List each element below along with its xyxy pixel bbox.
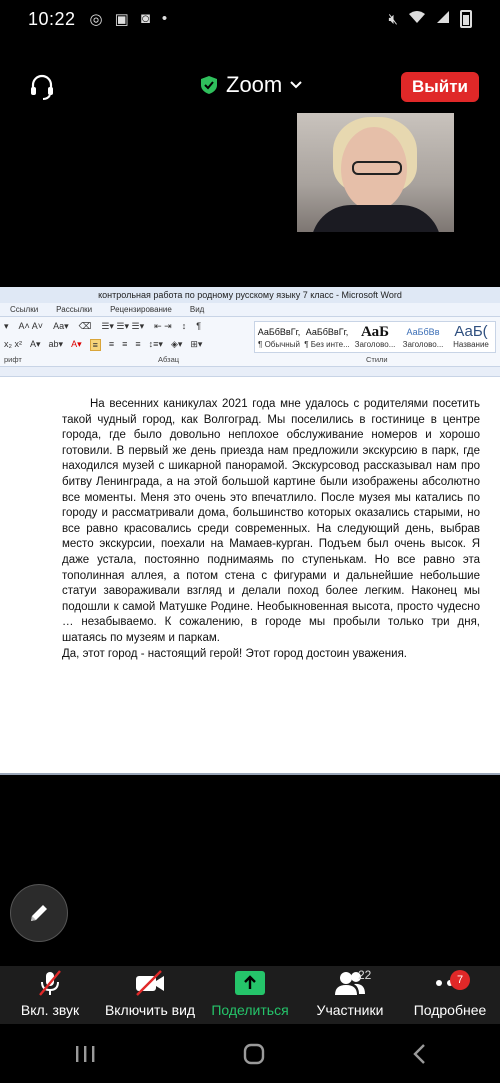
text-effects-icon: A▾ (30, 339, 41, 349)
pilcrow-icon: ¶ (196, 321, 202, 331)
wifi-icon (408, 10, 426, 28)
ribbon-paragraph-row: x₂ x² A▾ ab▾ A▾ ≡ ≡ ≡ ≡ ↕≡▾ ◈▾ ⊞▾ (4, 339, 202, 351)
word-window-title: контрольная работа по родному русскому я… (0, 287, 500, 303)
home-icon[interactable] (243, 1043, 265, 1065)
tab-view: Вид (189, 305, 205, 314)
battery-icon (460, 10, 472, 28)
recents-icon[interactable] (74, 1045, 96, 1063)
document-bottom-edge (0, 773, 500, 775)
tab-mailings: Рассылки (56, 305, 93, 314)
start-video-label: Включить вид (104, 1002, 196, 1018)
ribbon-tabs: Ссылки Рассылки Рецензирование Вид (0, 303, 500, 317)
group-styles-label: Стили (366, 355, 388, 364)
clear-format-icon: ⌫ (78, 321, 92, 331)
leave-button[interactable]: Выйти (401, 72, 479, 102)
image-icon: ▣ (114, 11, 129, 28)
notification-icons: ◎ ▣ ◙ • (90, 10, 168, 28)
more-dots-icon: • (161, 10, 168, 27)
ribbon-group-labels: рифт Абзац Стили (0, 354, 500, 366)
video-off-icon (133, 970, 167, 996)
video-body (311, 205, 441, 232)
participant-video[interactable] (297, 113, 454, 232)
status-bar: 10:22 ◎ ▣ ◙ • 🔇︎ (0, 0, 500, 38)
more-button[interactable]: 7 Подробнее (400, 966, 500, 1024)
bullets-icon: ☰▾ ☰▾ ☰▾ (101, 321, 145, 331)
meeting-title[interactable]: Zoom (200, 72, 302, 98)
signal-icon (436, 10, 450, 28)
video-glasses (352, 161, 402, 175)
meeting-header: Zoom Выйти (0, 68, 500, 108)
back-icon[interactable] (412, 1043, 426, 1065)
meeting-title-text: Zoom (226, 72, 283, 97)
align-right-icon: ≡ (122, 339, 128, 349)
meeting-toolbar: Вкл. звук Включить вид Поделиться 22 Уча… (0, 966, 500, 1024)
annotate-button[interactable] (10, 884, 68, 942)
tab-references: Ссылки (10, 305, 39, 314)
shading-icon: ◈▾ (170, 339, 183, 349)
font-color-icon: A▾ (71, 339, 82, 349)
share-screen-icon (235, 970, 265, 996)
participants-button[interactable]: 22 Участники (300, 966, 400, 1024)
tab-review: Рецензирование (110, 305, 172, 314)
document-paragraph: На весенних каникулах 2021 года мне удал… (62, 398, 480, 644)
style-heading-2: АаБбВв Заголово... (402, 327, 444, 349)
more-label: Подробнее (413, 1002, 487, 1018)
system-icons: 🔇︎ (389, 10, 472, 28)
group-paragraph-label: Абзац (158, 355, 180, 364)
chevron-down-icon (290, 81, 302, 89)
participants-count: 22 (358, 968, 372, 982)
share-button[interactable]: Поделиться (200, 966, 300, 1024)
share-label: Поделиться (211, 1002, 289, 1018)
shared-screen[interactable]: контрольная работа по родному русскому я… (0, 287, 500, 775)
unmute-label: Вкл. звук (20, 1002, 80, 1018)
align-left-icon: ≡ (89, 339, 101, 351)
style-heading-1: АаБ Заголово... (354, 324, 396, 349)
style-title: АаБ( Название (453, 323, 489, 350)
instagram-icon: ◙ (140, 10, 150, 27)
font-size-dropdown-icon: ▾ (4, 321, 9, 331)
status-time: 10:22 (28, 8, 76, 29)
more-badge: 7 (450, 970, 470, 990)
change-case-icon: Aa▾ (53, 321, 69, 331)
document-text: На весенних каникулах 2021 года мне удал… (62, 397, 480, 662)
group-font-label: рифт (4, 355, 22, 364)
mute-icon: 🔇︎ (388, 10, 398, 28)
align-center-icon: ≡ (108, 339, 115, 349)
sync-icon: ◎ (89, 11, 103, 28)
start-video-button[interactable]: Включить вид (100, 966, 200, 1024)
audio-headset-icon[interactable] (28, 72, 56, 100)
participants-label: Участники (316, 1002, 384, 1018)
pencil-icon (31, 905, 47, 921)
highlight-icon: ab▾ (48, 339, 64, 349)
system-nav-bar (0, 1024, 500, 1083)
indent-icon: ⇤ ⇥ (154, 321, 172, 331)
subscript-icon: x₂ x² (4, 339, 22, 349)
ribbon-font-row: ▾ A˄ A˅ Aa▾ ⌫ ☰▾ ☰▾ ☰▾ ⇤ ⇥ ↕ ¶ (4, 321, 201, 332)
unmute-button[interactable]: Вкл. звук (0, 966, 100, 1024)
style-normal: АаБбВвГг, ¶ Обычный (257, 327, 301, 349)
styles-gallery: АаБбВвГг, ¶ Обычный АаБбВвГг, ¶ Без инте… (254, 321, 496, 353)
sort-icon: ↕ (181, 321, 187, 331)
justify-icon: ≡ (135, 339, 141, 349)
ruler (0, 367, 500, 377)
document-paragraph: Да, этот город - настоящий герой! Этот г… (62, 647, 408, 660)
shield-check-icon (201, 76, 217, 94)
mic-muted-icon (36, 970, 64, 996)
borders-icon: ⊞▾ (190, 339, 203, 349)
style-no-spacing: АаБбВвГг, ¶ Без инте... (304, 327, 350, 349)
grow-font-icon: A˄ A˅ (18, 321, 44, 331)
line-spacing-icon: ↕≡▾ (148, 339, 163, 349)
ribbon: ▾ A˄ A˅ Aa▾ ⌫ ☰▾ ☰▾ ☰▾ ⇤ ⇥ ↕ ¶ x₂ x² A▾ … (0, 317, 500, 367)
